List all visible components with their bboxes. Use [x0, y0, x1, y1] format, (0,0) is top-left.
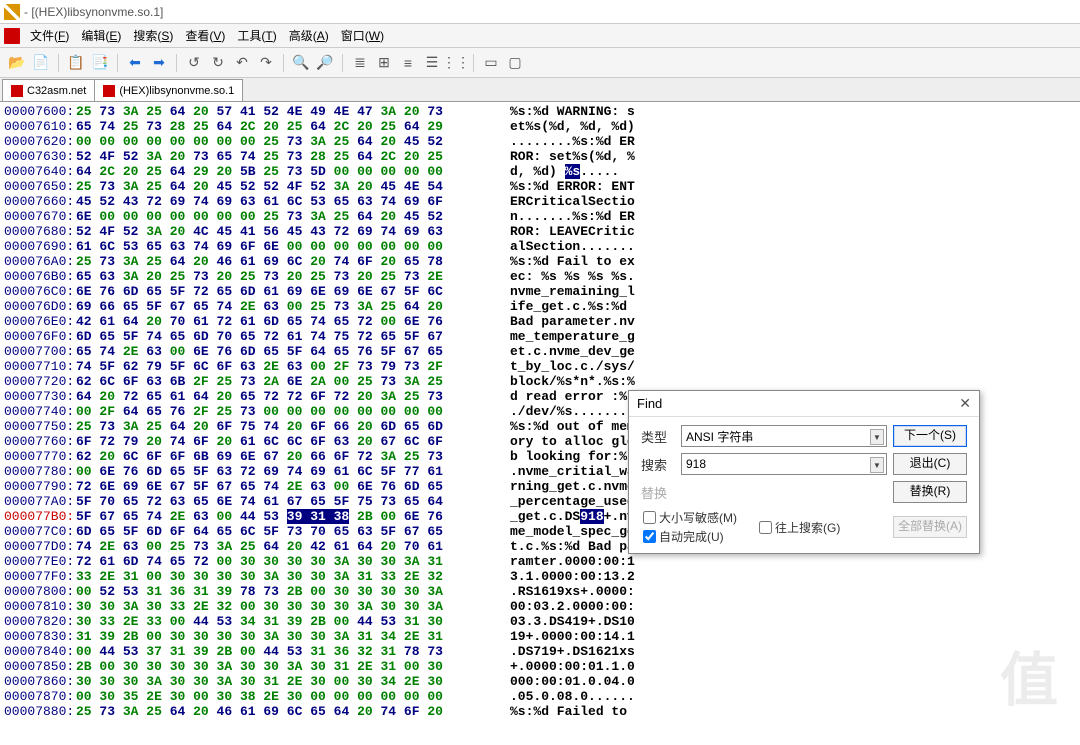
type-select[interactable]: ANSI 字符串 ▼: [681, 425, 887, 447]
next-button[interactable]: 下一个(S): [893, 425, 967, 447]
find-dialog-titlebar[interactable]: Find ✕: [629, 391, 979, 417]
toolbar-button[interactable]: ≡: [397, 52, 419, 74]
toolbar-button[interactable]: ↷: [255, 52, 277, 74]
hex-row[interactable]: 000076C0:6E 76 6D 65 5F 72 65 6D 61 69 6…: [4, 284, 1080, 299]
hex-row[interactable]: 00007840:00 44 53 37 31 39 2B 00 44 53 3…: [4, 644, 1080, 659]
menu-bar: 文件(F)编辑(E)搜索(S)查看(V)工具(T)高级(A)窗口(W): [0, 24, 1080, 48]
hex-row[interactable]: 00007850:2B 00 30 30 30 30 3A 30 30 3A 3…: [4, 659, 1080, 674]
document-tabs: C32asm.net(HEX)libsynonvme.so.1: [0, 78, 1080, 102]
tab-icon: [103, 85, 115, 97]
hex-row[interactable]: 000077E0:72 61 6D 74 65 72 00 30 30 30 3…: [4, 554, 1080, 569]
hex-row[interactable]: 00007650:25 73 3A 25 64 20 45 52 52 4F 5…: [4, 179, 1080, 194]
hex-row[interactable]: 00007600:25 73 3A 25 64 20 57 41 52 4E 4…: [4, 104, 1080, 119]
hex-row[interactable]: 00007710:74 5F 62 79 5F 6C 6F 63 2E 63 0…: [4, 359, 1080, 374]
document-tab[interactable]: C32asm.net: [2, 79, 95, 101]
hex-row[interactable]: 00007680:52 4F 52 3A 20 4C 45 41 56 45 4…: [4, 224, 1080, 239]
find-dialog: Find ✕ 类型 ANSI 字符串 ▼ 下一个(S) 搜索 918 ▼ 退出(…: [628, 390, 980, 554]
tab-icon: [11, 85, 23, 97]
search-label: 搜索: [641, 455, 675, 474]
window-title: - [(HEX)libsynonvme.so.1]: [24, 5, 163, 19]
hex-row[interactable]: 00007610:65 74 25 73 28 25 64 2C 20 25 6…: [4, 119, 1080, 134]
menu-item-s[interactable]: 搜索(S): [127, 25, 179, 46]
case-sensitive-checkbox[interactable]: 大小写敏感(M): [643, 509, 737, 526]
hex-row[interactable]: 00007880:25 73 3A 25 64 20 46 61 69 6C 6…: [4, 704, 1080, 719]
hex-row[interactable]: 00007820:30 33 2E 33 00 44 53 34 31 39 2…: [4, 614, 1080, 629]
replace-all-button: 全部替换(A): [893, 516, 967, 538]
hex-row[interactable]: 000076F0:6D 65 5F 74 65 6D 70 65 72 61 7…: [4, 329, 1080, 344]
toolbar-button[interactable]: ⬅: [124, 52, 146, 74]
hex-row[interactable]: 00007620:00 00 00 00 00 00 00 00 25 73 3…: [4, 134, 1080, 149]
toolbar-button[interactable]: ➡: [148, 52, 170, 74]
find-dialog-title: Find: [637, 396, 662, 411]
chevron-down-icon[interactable]: ▼: [870, 429, 884, 445]
menu-item-t[interactable]: 工具(T): [231, 25, 282, 46]
toolbar-button[interactable]: 📑: [89, 52, 111, 74]
menu-item-w[interactable]: 窗口(W): [335, 25, 390, 46]
exit-button[interactable]: 退出(C): [893, 453, 967, 475]
menu-item-a[interactable]: 高级(A): [283, 25, 335, 46]
replace-button[interactable]: 替换(R): [893, 481, 967, 503]
hex-row[interactable]: 000076A0:25 73 3A 25 64 20 46 61 69 6C 2…: [4, 254, 1080, 269]
hex-row[interactable]: 000076B0:65 63 3A 20 25 73 20 25 73 20 2…: [4, 269, 1080, 284]
toolbar-button[interactable]: ↶: [231, 52, 253, 74]
hex-row[interactable]: 00007810:30 30 3A 30 33 2E 32 00 30 30 3…: [4, 599, 1080, 614]
toolbar-button[interactable]: ⊞: [373, 52, 395, 74]
hex-row[interactable]: 00007630:52 4F 52 3A 20 73 65 74 25 73 2…: [4, 149, 1080, 164]
toolbar-button[interactable]: ▭: [480, 52, 502, 74]
auto-complete-checkbox[interactable]: 自动完成(U): [643, 528, 737, 545]
toolbar-button[interactable]: ↻: [207, 52, 229, 74]
type-label: 类型: [641, 427, 675, 446]
app-menu-icon[interactable]: [4, 28, 20, 44]
hex-row[interactable]: 00007700:65 74 2E 63 00 6E 76 6D 65 5F 6…: [4, 344, 1080, 359]
replace-label: 替换: [641, 483, 675, 502]
hex-row[interactable]: 00007830:31 39 2B 00 30 30 30 30 3A 30 3…: [4, 629, 1080, 644]
menu-item-f[interactable]: 文件(F): [24, 25, 75, 46]
hex-row[interactable]: 00007720:62 6C 6F 63 6B 2F 25 73 2A 6E 2…: [4, 374, 1080, 389]
toolbar-button[interactable]: 🔍: [290, 52, 312, 74]
document-tab[interactable]: (HEX)libsynonvme.so.1: [94, 79, 243, 101]
hex-row[interactable]: 000076E0:42 61 64 20 70 61 72 61 6D 65 7…: [4, 314, 1080, 329]
hex-row[interactable]: 00007860:30 30 30 3A 30 30 3A 30 31 2E 3…: [4, 674, 1080, 689]
hex-row[interactable]: 00007660:45 52 43 72 69 74 69 63 61 6C 5…: [4, 194, 1080, 209]
search-input[interactable]: 918 ▼: [681, 453, 887, 475]
hex-row[interactable]: 00007640:64 2C 20 25 64 29 20 5B 25 73 5…: [4, 164, 1080, 179]
hex-row[interactable]: 00007690:61 6C 53 65 63 74 69 6F 6E 00 0…: [4, 239, 1080, 254]
hex-row[interactable]: 000076D0:69 66 65 5F 67 65 74 2E 63 00 2…: [4, 299, 1080, 314]
menu-item-v[interactable]: 查看(V): [179, 25, 231, 46]
chevron-down-icon[interactable]: ▼: [870, 457, 884, 473]
close-icon[interactable]: ✕: [959, 395, 971, 412]
hex-row[interactable]: 000077F0:33 2E 31 00 30 30 30 30 3A 30 3…: [4, 569, 1080, 584]
toolbar: 📂📄 📋📑 ⬅➡ ↺↻↶↷ 🔍🔎 ≣⊞≡☰⋮⋮ ▭▢: [0, 48, 1080, 78]
window-titlebar: - [(HEX)libsynonvme.so.1]: [0, 0, 1080, 24]
toolbar-button[interactable]: ↺: [183, 52, 205, 74]
hex-row[interactable]: 00007670:6E 00 00 00 00 00 00 00 25 73 3…: [4, 209, 1080, 224]
toolbar-button[interactable]: ≣: [349, 52, 371, 74]
search-up-checkbox[interactable]: 往上搜索(G): [759, 509, 840, 545]
toolbar-button[interactable]: 🔎: [314, 52, 336, 74]
toolbar-button[interactable]: ▢: [504, 52, 526, 74]
toolbar-button[interactable]: 📄: [30, 52, 52, 74]
toolbar-button[interactable]: ⋮⋮: [445, 52, 467, 74]
toolbar-button[interactable]: 📂: [6, 52, 28, 74]
menu-item-e[interactable]: 编辑(E): [75, 25, 127, 46]
options-row: 大小写敏感(M) 自动完成(U) 往上搜索(G): [641, 509, 887, 545]
toolbar-button[interactable]: ☰: [421, 52, 443, 74]
app-icon: [4, 4, 20, 20]
toolbar-button[interactable]: 📋: [65, 52, 87, 74]
hex-row[interactable]: 00007870:00 30 35 2E 30 00 30 38 2E 30 0…: [4, 689, 1080, 704]
hex-row[interactable]: 00007800:00 52 53 31 36 31 39 78 73 2B 0…: [4, 584, 1080, 599]
watermark: 值: [1000, 633, 1058, 717]
